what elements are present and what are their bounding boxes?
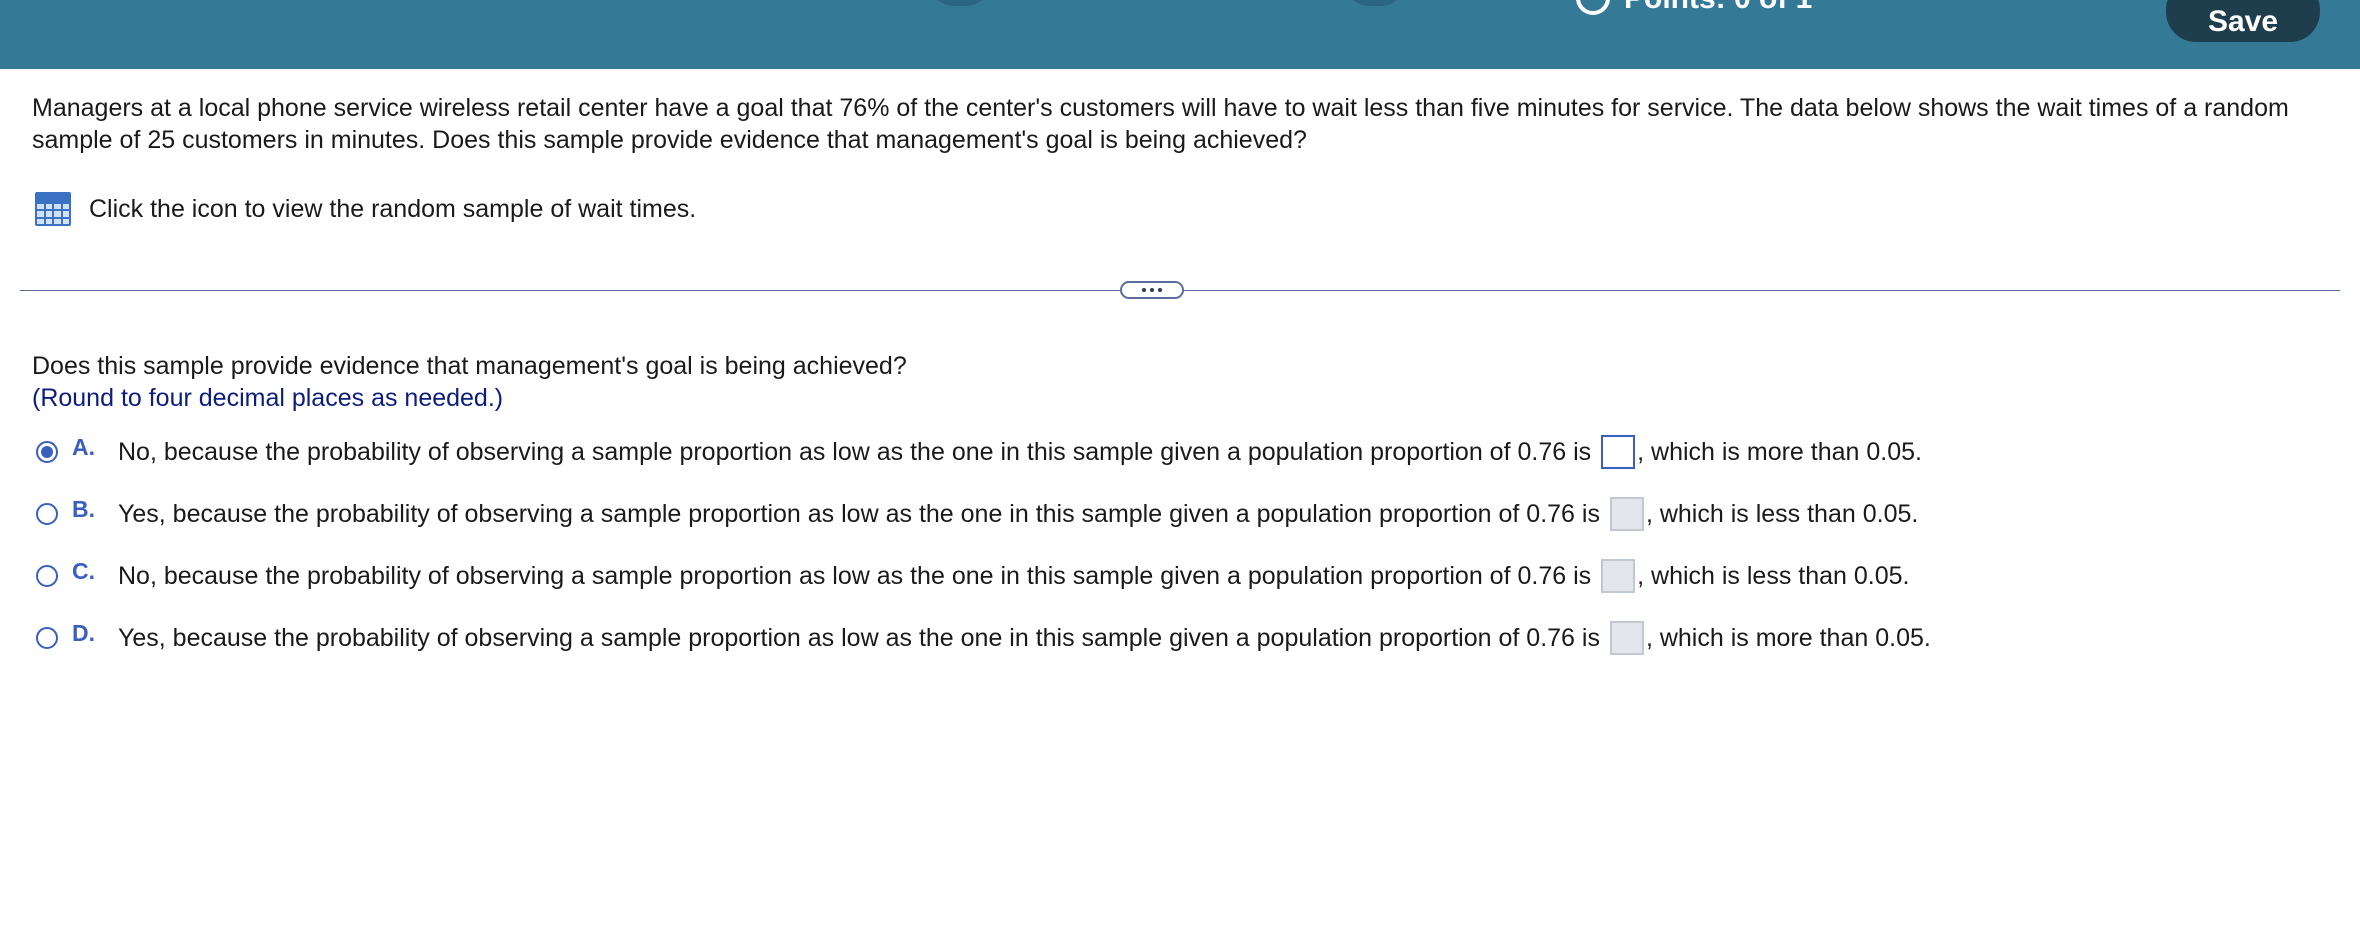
- radio-d[interactable]: [36, 627, 58, 649]
- more-options-button[interactable]: [1120, 281, 1184, 299]
- answer-input-c[interactable]: [1601, 559, 1636, 593]
- option-text-after: , which is more than 0.05.: [1645, 623, 1931, 652]
- radio-a[interactable]: [36, 441, 58, 463]
- question-hint: (Round to four decimal places as needed.…: [32, 384, 504, 412]
- radio-b[interactable]: [36, 503, 58, 525]
- top-bar: Points: 0 of 1 Save: [0, 0, 2360, 69]
- option-text-before: No, because the probability of observing…: [118, 561, 1592, 590]
- question-text: Does this sample provide evidence that m…: [32, 352, 907, 380]
- option-text-before: No, because the probability of observing…: [118, 437, 1592, 466]
- option-text-after: , which is less than 0.05.: [1637, 561, 1910, 590]
- data-link-label: Click the icon to view the random sample…: [89, 194, 697, 223]
- nav-button-partial[interactable]: [930, 0, 990, 6]
- answer-input-d[interactable]: [1609, 621, 1644, 655]
- dot-icon: [1150, 288, 1154, 292]
- radio-c[interactable]: [36, 565, 58, 587]
- dot-icon: [1142, 288, 1146, 292]
- option-d[interactable]: D. Yes, because the probability of obser…: [36, 619, 1931, 655]
- data-link[interactable]: Click the icon to view the random sample…: [35, 192, 696, 226]
- answer-input-a[interactable]: [1601, 435, 1636, 469]
- option-text-before: Yes, because the probability of observin…: [118, 623, 1600, 652]
- points-label: Points: 0 of 1: [1624, 0, 1812, 16]
- answer-input-b[interactable]: [1609, 497, 1644, 531]
- table-icon[interactable]: [35, 192, 71, 226]
- progress-ring-icon: [1576, 0, 1610, 15]
- option-text-after: , which is less than 0.05.: [1645, 499, 1919, 528]
- save-button[interactable]: Save: [2166, 0, 2320, 42]
- dot-icon: [1158, 288, 1162, 292]
- option-c[interactable]: C. No, because the probability of observ…: [36, 557, 1910, 593]
- nav-button-partial[interactable]: [1345, 0, 1405, 6]
- option-letter: A.: [72, 433, 95, 460]
- problem-text: Managers at a local phone service wirele…: [32, 94, 2289, 154]
- option-letter: D.: [72, 619, 95, 646]
- option-b[interactable]: B. Yes, because the probability of obser…: [36, 495, 1919, 531]
- option-letter: B.: [72, 495, 95, 522]
- points-indicator: Points: 0 of 1: [1576, 0, 1812, 16]
- option-letter: C.: [72, 557, 95, 584]
- option-a[interactable]: A. No, because the probability of observ…: [36, 433, 1922, 469]
- option-text-before: Yes, because the probability of observin…: [118, 499, 1600, 528]
- option-text-after: , which is more than 0.05.: [1637, 437, 1922, 466]
